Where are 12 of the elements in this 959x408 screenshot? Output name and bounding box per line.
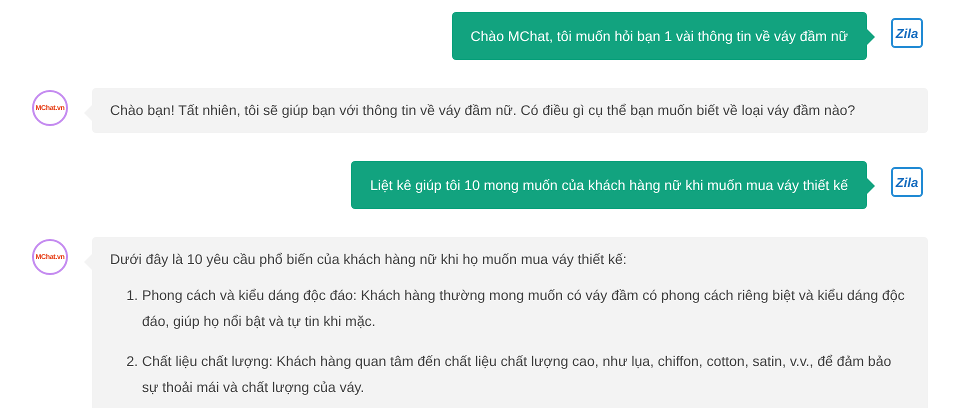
- message-text: Dưới đây là 10 yêu cầu phổ biến của khách hàng nữ khi họ muốn mua váy thiết kế:: [110, 250, 628, 268]
- list-item-text: Phong cách và kiểu dáng độc đáo: Khách hàng thường mong muốn có váy đầm có phong cách riêng biệt và kiểu dáng độc đáo, giúp họ nổi bật và tự tin khi mặc.: [142, 286, 906, 331]
- bubble-tail: [867, 178, 875, 194]
- list-number: 2.: [125, 352, 138, 371]
- message-text: Chào bạn! Tất nhiên, tôi sẽ giúp bạn với thông tin về váy đầm nữ. Có điều gì cụ thể bạn muốn biết về loại váy đầm nào?: [110, 101, 856, 119]
- user-message: Chào MChat, tôi muốn hỏi bạn 1 vài thông tin về váy đầm nữ: [452, 12, 867, 60]
- bubble-tail: [867, 29, 875, 45]
- list-number: 1.: [125, 286, 138, 305]
- user-avatar: Zila: [891, 18, 923, 48]
- list-item-text: Chất liệu chất lượng: Khách hàng quan tâm đến chất liệu chất lượng cao, như lụa, chiffon, cotton, satin, v.v., để đảm bảo sự thoải mái và chất lượng của váy.: [142, 352, 892, 397]
- user-avatar: Zila: [891, 167, 923, 197]
- user-message: Liệt kê giúp tôi 10 mong muốn của khách hàng nữ khi muốn mua váy thiết kế: [351, 161, 867, 209]
